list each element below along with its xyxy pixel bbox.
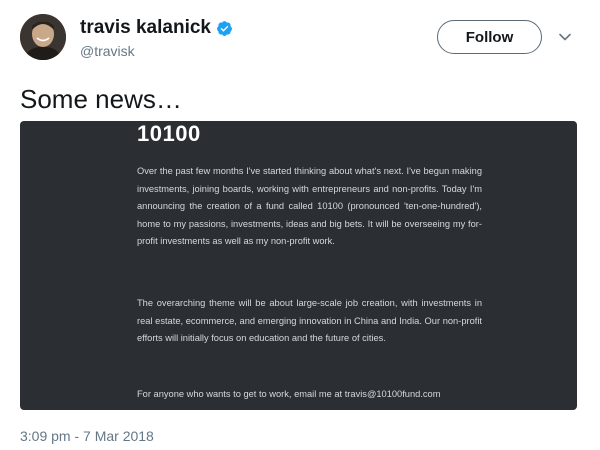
user-handle[interactable]: @travisk <box>80 43 135 59</box>
tweet-text: Some news… <box>20 84 182 114</box>
tweet-card: travis kalanick @travisk Follow Some new… <box>0 0 600 450</box>
user-display-name[interactable]: travis kalanick <box>80 17 233 39</box>
media-paragraph: For anyone who wants to get to work, ema… <box>137 389 441 399</box>
avatar[interactable] <box>20 14 66 60</box>
tweet-media-image[interactable]: 10100 Over the past few months I've star… <box>20 121 577 410</box>
tweet-timestamp[interactable]: 3:09 pm - 7 Mar 2018 <box>20 428 154 444</box>
display-name-text[interactable]: travis kalanick <box>80 17 211 39</box>
follow-button[interactable]: Follow <box>437 20 542 54</box>
media-title: 10100 <box>137 121 201 146</box>
media-paragraph: Over the past few months I've started th… <box>137 166 482 246</box>
verified-badge-icon <box>217 20 232 36</box>
media-paragraph: The overarching theme will be about larg… <box>137 298 482 343</box>
chevron-down-icon[interactable] <box>558 30 572 44</box>
